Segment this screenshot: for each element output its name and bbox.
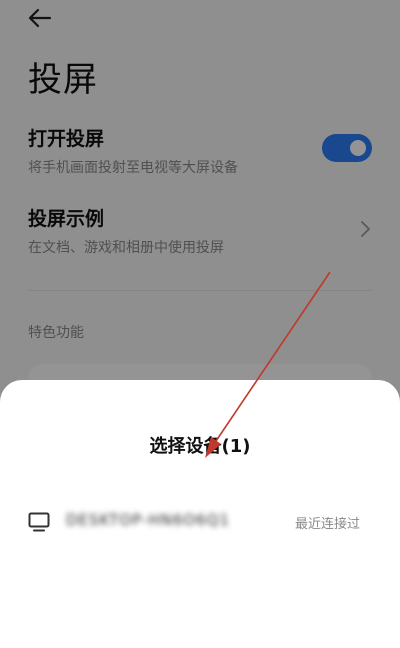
monitor-icon — [28, 512, 50, 532]
sheet-title: 选择设备(1) — [149, 436, 251, 457]
device-status: 最近连接过 — [294, 517, 360, 532]
device-name: DESKTOP-HN6O6Q1 — [66, 511, 231, 529]
device-list-item[interactable]: DESKTOP-HN6O6Q1 最近连接过 — [0, 504, 400, 540]
device-picker-sheet: 选择设备(1) DESKTOP-HN6O6Q1 最近连接过 — [0, 380, 400, 648]
